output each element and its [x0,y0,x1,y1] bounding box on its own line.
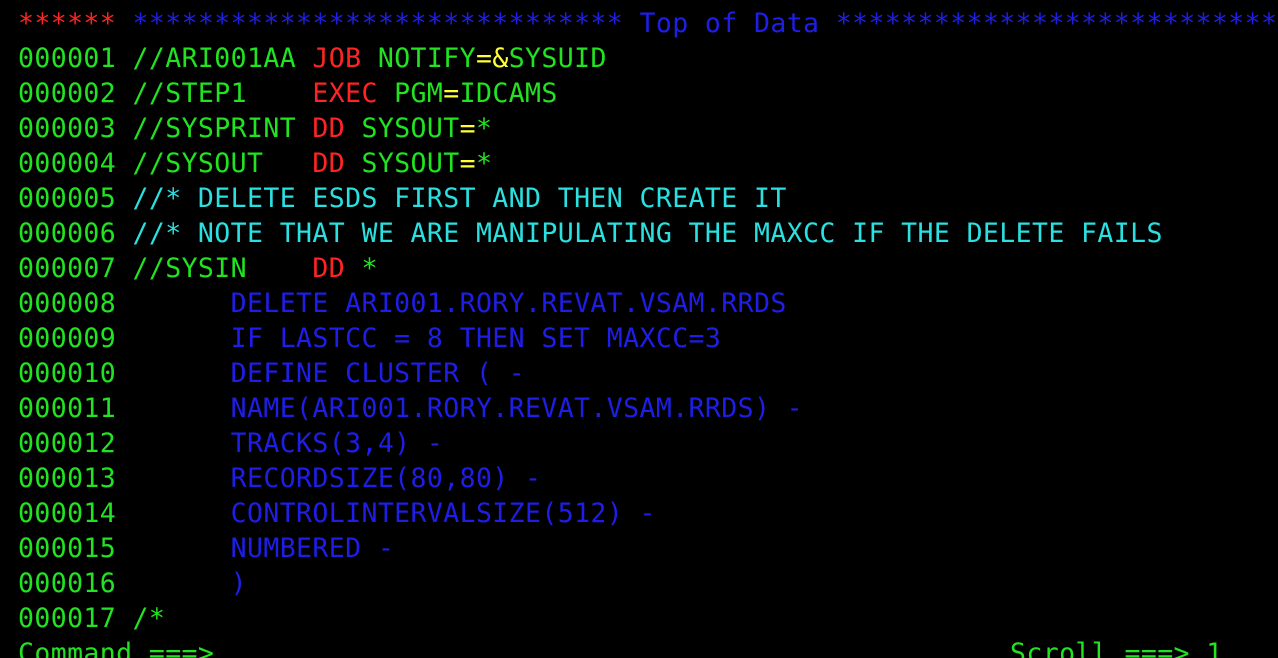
source-line[interactable]: 000009 IF LASTCC = 8 THEN SET MAXCC=3 [18,321,721,356]
source-line[interactable]: 000014 CONTROLINTERVALSIZE(512) - [18,496,656,531]
line-text: = [459,148,476,179]
line-text: //* NOTE THAT WE ARE MANIPULATING THE MA… [132,218,1163,249]
source-line[interactable]: 000005 //* DELETE ESDS FIRST AND THEN CR… [18,181,787,216]
line-number[interactable]: 000002 [18,78,116,109]
line-text: = [459,113,476,144]
line-text: NUMBERED - [132,533,395,564]
line-text: * [475,148,493,179]
source-line[interactable]: 000017 /* [18,601,165,636]
source-line[interactable]: 000008 DELETE ARI001.RORY.REVAT.VSAM.RRD… [18,286,787,321]
line-number[interactable]: 000015 [18,533,116,564]
source-line[interactable]: 000003 //SYSPRINT DD SYSOUT=* [18,111,492,146]
command-label: Command ===> [18,638,215,658]
banner-marker-left: ****** [18,8,117,39]
source-line[interactable]: 000002 //STEP1 EXEC PGM=IDCAMS [18,76,558,111]
line-text: * [475,113,493,144]
line-text: //STEP1 [132,78,313,109]
line-number[interactable]: 000009 [18,323,116,354]
line-number[interactable]: 000005 [18,183,116,214]
line-text: DD [312,253,346,284]
line-text: /* [132,603,166,634]
line-text: & [492,43,509,74]
line-text: NOTIFY [361,43,476,74]
line-text: ) [132,568,247,599]
source-line[interactable]: 000007 //SYSIN DD * [18,251,378,286]
line-text: = [443,78,460,109]
scroll-field: Scroll ===> 1 [1010,636,1223,658]
source-line[interactable]: 000004 //SYSOUT DD SYSOUT=* [18,146,492,181]
source-line[interactable]: 000010 DEFINE CLUSTER ( - [18,356,525,391]
command-input[interactable] [214,636,915,658]
line-text: DEFINE CLUSTER ( - [132,358,526,389]
source-line[interactable]: 000001 //ARI001AA JOB NOTIFY=&SYSUID [18,41,607,76]
line-number[interactable]: 000014 [18,498,116,529]
scroll-label: Scroll ===> [1010,638,1190,658]
line-text: * [345,253,378,284]
scroll-value[interactable]: 1 [1206,638,1222,658]
line-text: //SYSOUT [132,148,313,179]
line-number[interactable]: 000004 [18,148,116,179]
line-number[interactable]: 000017 [18,603,116,634]
line-number[interactable]: 000007 [18,253,116,284]
source-line[interactable]: 000013 RECORDSIZE(80,80) - [18,461,541,496]
line-text: = [475,43,493,74]
line-text: TRACKS(3,4) - [132,428,444,459]
line-text: SYSUID [508,43,607,74]
line-number[interactable]: 000008 [18,288,116,319]
line-number[interactable]: 000016 [18,568,116,599]
line-text: SYSOUT [345,148,460,179]
line-text: RECORDSIZE(80,80) - [132,463,542,494]
line-text: DELETE ARI001.RORY.REVAT.VSAM.RRDS [132,288,787,319]
line-text: NAME(ARI001.RORY.REVAT.VSAM.RRDS) - [132,393,804,424]
ispf-editor-screen: ****** ****************************** To… [0,0,1278,658]
line-text: //ARI001AA [132,43,313,74]
line-text: IDCAMS [459,78,558,109]
banner-marker-trail: ***************************** [835,8,1278,39]
line-number[interactable]: 000012 [18,428,116,459]
line-text: EXEC [312,78,378,109]
line-number[interactable]: 000006 [18,218,116,249]
command-line: Command ===> [18,636,915,658]
banner-title: Top of Data [639,8,820,39]
line-text: DD [312,113,346,144]
banner-marker-right: ****************************** [132,8,624,39]
line-text: //SYSPRINT [132,113,313,144]
line-number[interactable]: 000010 [18,358,116,389]
source-line[interactable]: 000011 NAME(ARI001.RORY.REVAT.VSAM.RRDS)… [18,391,803,426]
line-number[interactable]: 000013 [18,463,116,494]
source-line[interactable]: 000012 TRACKS(3,4) - [18,426,443,461]
line-text: //SYSIN [132,253,313,284]
source-line[interactable]: 000016 ) [18,566,247,601]
source-line[interactable]: 000015 NUMBERED - [18,531,394,566]
line-number[interactable]: 000011 [18,393,116,424]
line-text: IF LASTCC = 8 THEN SET MAXCC=3 [132,323,722,354]
line-number[interactable]: 000003 [18,113,116,144]
line-text: DD [312,148,346,179]
line-text: PGM [377,78,444,109]
line-text: //* DELETE ESDS FIRST AND THEN CREATE IT [132,183,787,214]
top-of-data-banner: ****** ****************************** To… [18,6,1278,41]
source-line[interactable]: 000006 //* NOTE THAT WE ARE MANIPULATING… [18,216,1163,251]
line-text: JOB [312,43,362,74]
line-text: CONTROLINTERVALSIZE(512) - [132,498,656,529]
line-text: SYSOUT [345,113,460,144]
line-number[interactable]: 000001 [18,43,116,74]
